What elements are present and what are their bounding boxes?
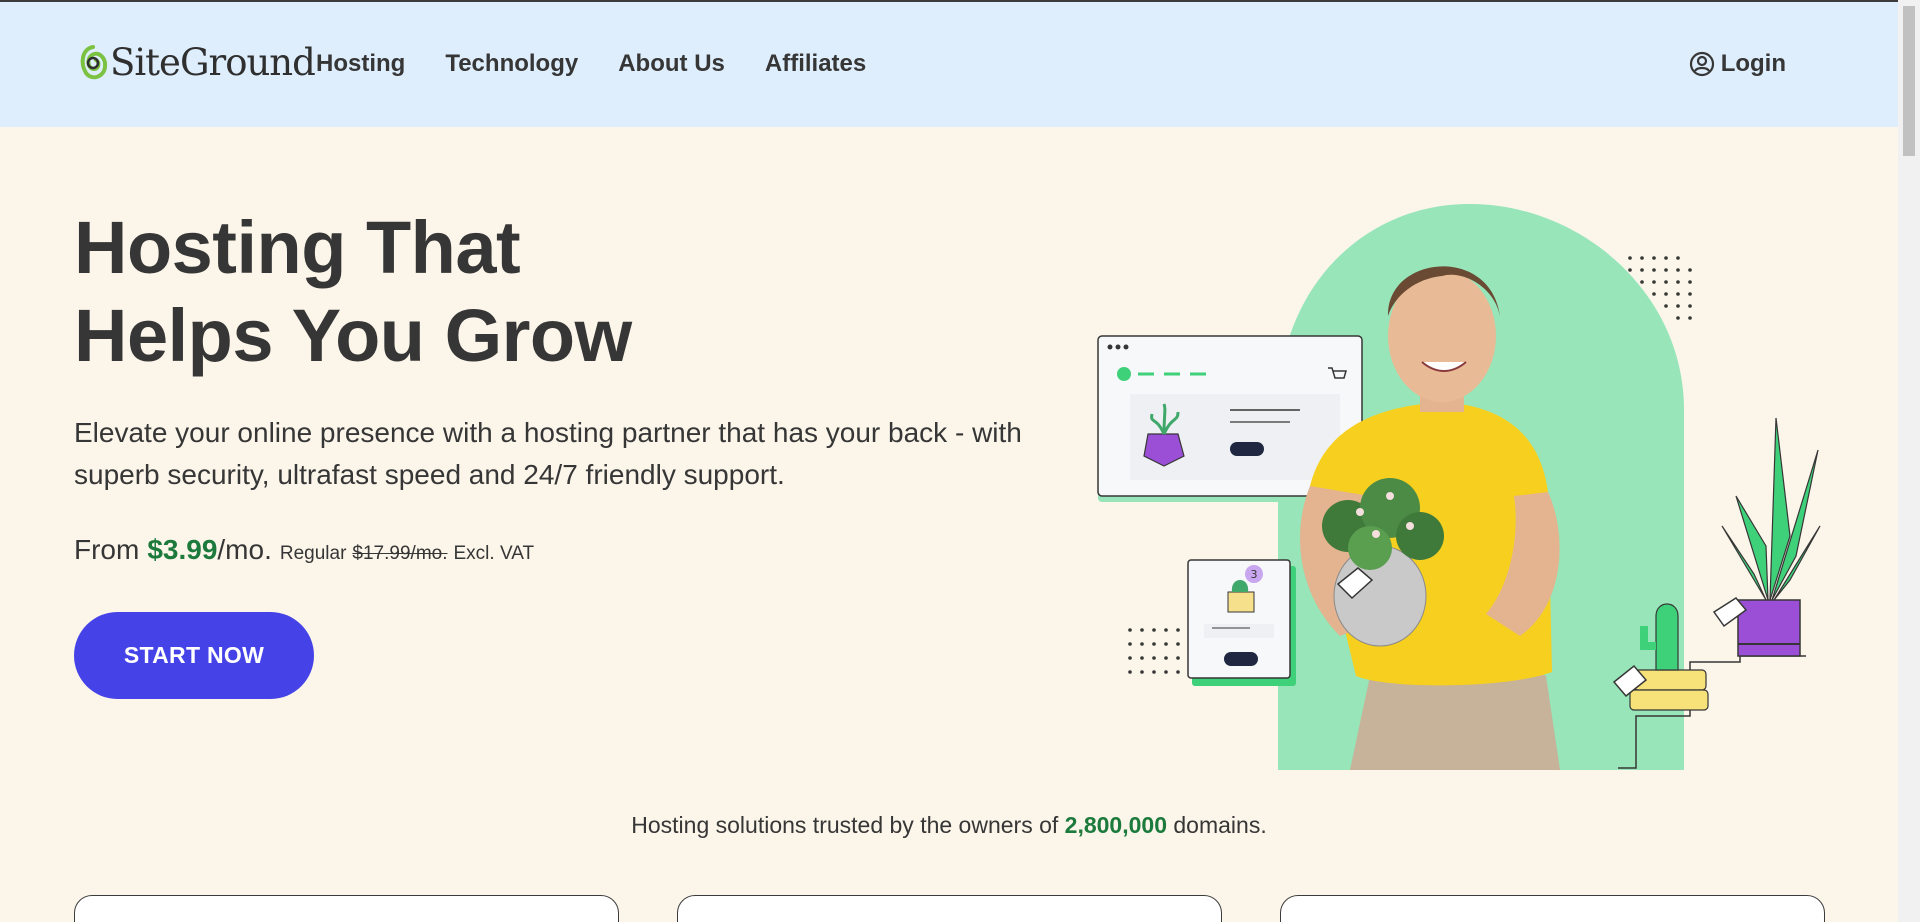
siteground-logo-icon xyxy=(80,45,108,80)
hosting-plan-card-2[interactable] xyxy=(677,895,1222,922)
hero-title: Hosting That Helps You Grow xyxy=(74,204,774,380)
login-link[interactable]: Login xyxy=(1689,50,1786,78)
hero-title-line1: Hosting That xyxy=(74,206,521,289)
logo-text: SiteGround xyxy=(110,40,316,84)
price-from: From xyxy=(74,534,140,565)
scrollbar-thumb[interactable] xyxy=(1903,6,1915,156)
nav-technology[interactable]: Technology xyxy=(445,50,578,78)
login-label: Login xyxy=(1720,50,1786,77)
price-vat: Excl. VAT xyxy=(453,543,535,564)
price-line: From $3.99 /mo. Regular $17.99/mo. Excl.… xyxy=(74,534,534,566)
hosting-plan-card-3[interactable] xyxy=(1280,895,1825,922)
user-circle-icon xyxy=(1689,51,1714,77)
trusted-text: Hosting solutions trusted by the owners … xyxy=(0,812,1898,839)
product-badge-count: 3 xyxy=(1251,568,1258,581)
purple-pot-plant xyxy=(1712,417,1821,657)
trusted-prefix: Hosting solutions trusted by the owners … xyxy=(631,812,1059,838)
dot-grid-bottom xyxy=(1128,628,1180,674)
start-now-button[interactable]: START NOW xyxy=(74,612,314,699)
nav-hosting[interactable]: Hosting xyxy=(316,50,405,78)
site-header: SiteGround Hosting Technology About Us A… xyxy=(0,2,1898,127)
trusted-count: 2,800,000 xyxy=(1064,812,1167,838)
hero-title-line2: Helps You Grow xyxy=(74,294,632,377)
main-nav: Hosting Technology About Us Affiliates xyxy=(316,50,866,78)
price-unit: /mo. xyxy=(217,534,272,565)
price-regular-label: Regular xyxy=(279,543,347,564)
hero-subtitle: Elevate your online presence with a host… xyxy=(74,417,1022,490)
price-value: $3.99 xyxy=(147,534,218,565)
nav-about-us[interactable]: About Us xyxy=(618,50,725,78)
trusted-suffix: domains. xyxy=(1173,812,1267,838)
price-regular-value: $17.99/mo. xyxy=(352,543,448,564)
hero-illustration: 3 xyxy=(1097,204,1821,770)
siteground-logo[interactable]: SiteGround xyxy=(78,38,316,86)
page-scrollbar[interactable] xyxy=(1898,0,1920,922)
hosting-plan-card-1[interactable] xyxy=(74,895,619,922)
product-card: 3 xyxy=(1187,559,1296,686)
nav-affiliates[interactable]: Affiliates xyxy=(765,50,866,78)
